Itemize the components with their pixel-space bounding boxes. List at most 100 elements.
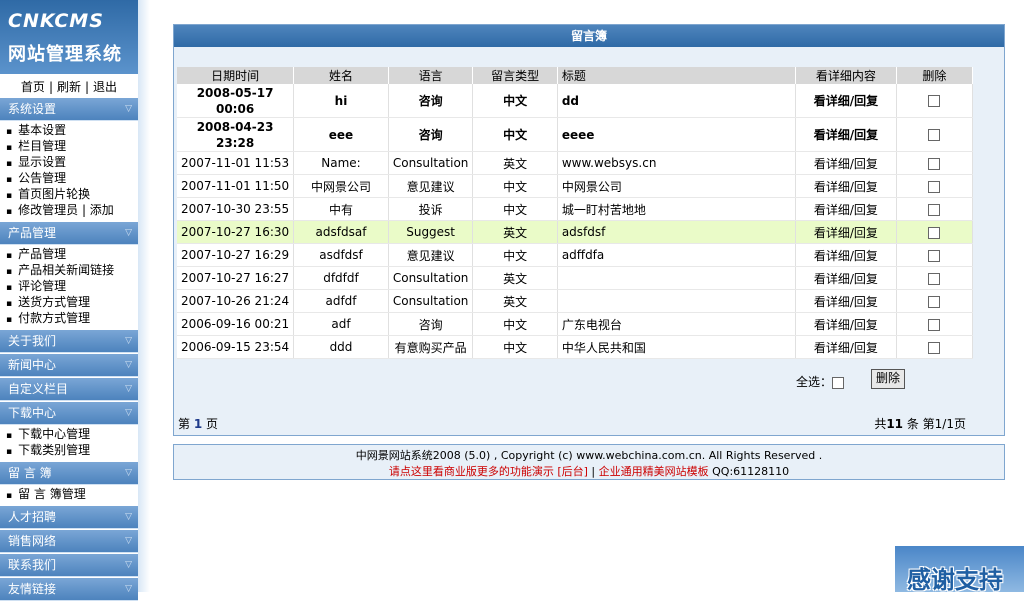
delete-checkbox[interactable] — [928, 318, 941, 331]
delete-checkbox[interactable] — [928, 95, 941, 107]
view-reply-link[interactable]: 看详细/回复 — [795, 289, 897, 313]
view-reply-link[interactable]: 看详细/回复 — [795, 84, 897, 118]
delete-button[interactable]: 删除 — [871, 369, 905, 389]
cell-type: 英文 — [472, 266, 558, 290]
chevron-down-icon: ▽ — [125, 336, 132, 346]
cell-delete — [896, 174, 974, 198]
view-reply-link[interactable]: 看详细/回复 — [795, 266, 897, 290]
table-row-highlighted: 2007-10-27 16:30 adsfdsaf Suggest 英文 ads… — [177, 220, 974, 244]
logo-text-title: 网站管理系统 — [8, 44, 122, 65]
chevron-down-icon: ▽ — [125, 512, 132, 522]
delete-checkbox[interactable] — [928, 180, 941, 193]
add-admin-link[interactable]: 添加 — [90, 203, 114, 217]
cell-title: eeee — [557, 117, 797, 152]
sidebar-item-announcements[interactable]: 公告管理 — [0, 170, 138, 186]
view-reply-link[interactable]: 看详细/回复 — [795, 174, 897, 198]
sidebar-item-basic-settings[interactable]: 基本设置 — [0, 122, 138, 138]
section-guestbook[interactable]: 留 言 簿 ▽ — [0, 462, 138, 485]
view-reply-link[interactable]: 看详细/回复 — [795, 243, 897, 267]
delete-checkbox[interactable] — [928, 203, 941, 216]
commercial-demo-link[interactable]: 请点这里看商业版更多的功能演示 [后台] — [389, 465, 588, 478]
section-news-center[interactable]: 新闻中心 ▽ — [0, 354, 138, 377]
select-all: 全选： — [796, 373, 845, 390]
messages-table: 日期时间 姓名 语言 留言类型 标题 看详细内容 删除 2008-05-17 0… — [177, 67, 974, 359]
chevron-down-icon: ▽ — [125, 228, 132, 238]
cell-datetime: 2006-09-16 00:21 — [177, 312, 295, 336]
section-download-center[interactable]: 下载中心 ▽ — [0, 402, 138, 425]
sidebar-item-comments[interactable]: 评论管理 — [0, 278, 138, 294]
sidebar-item-products[interactable]: 产品管理 — [0, 246, 138, 262]
table-row: 2006-09-16 00:21 adf 咨询 中文 广东电视台 看详细/回复 — [177, 312, 974, 336]
thanks-banner[interactable]: 感谢支持 — [895, 546, 1024, 594]
cell-type: 英文 — [472, 289, 558, 313]
section-recruitment[interactable]: 人才招聘 ▽ — [0, 506, 138, 529]
view-reply-link[interactable]: 看详细/回复 — [795, 197, 897, 221]
view-reply-link[interactable]: 看详细/回复 — [795, 151, 897, 175]
col-header-datetime: 日期时间 — [177, 67, 295, 84]
sidebar-item-download-categories[interactable]: 下载类别管理 — [0, 442, 138, 458]
select-all-checkbox[interactable] — [832, 376, 845, 389]
chevron-down-icon: ▽ — [125, 584, 132, 594]
delete-checkbox[interactable] — [928, 341, 941, 354]
templates-link[interactable]: 企业通用精美网站模板 — [599, 465, 709, 478]
nav-logout-link[interactable]: 退出 — [93, 80, 117, 94]
view-reply-link[interactable]: 看详细/回复 — [795, 312, 897, 336]
delete-checkbox[interactable] — [928, 249, 941, 262]
sidebar-item-shipping-methods[interactable]: 送货方式管理 — [0, 294, 138, 310]
section-friendly-links[interactable]: 友情链接 ▽ — [0, 578, 138, 601]
chevron-down-icon: ▽ — [125, 104, 132, 114]
sidebar-item-guestbook-management[interactable]: 留 言 簿管理 — [0, 486, 138, 502]
nav-home-link[interactable]: 首页 — [21, 80, 45, 94]
cell-datetime: 2007-11-01 11:53 — [177, 151, 295, 175]
chevron-down-icon: ▽ — [125, 408, 132, 418]
sidebar-item-homepage-slides[interactable]: 首页图片轮换 — [0, 186, 138, 202]
cell-title: adsfdsf — [557, 220, 797, 244]
delete-checkbox[interactable] — [928, 129, 941, 141]
delete-checkbox[interactable] — [928, 226, 941, 239]
table-row: 2006-09-15 23:54 ddd 有意购买产品 中文 中华人民共和国 看… — [177, 335, 974, 359]
chevron-down-icon: ▽ — [125, 384, 132, 394]
edit-admin-link[interactable]: 修改管理员 — [18, 203, 78, 217]
cell-name: adsfdsaf — [293, 220, 389, 244]
section-custom-columns[interactable]: 自定义栏目 ▽ — [0, 378, 138, 401]
col-header-type: 留言类型 — [472, 67, 558, 84]
sidebar-item-payment-methods[interactable]: 付款方式管理 — [0, 310, 138, 326]
section-product-management[interactable]: 产品管理 ▽ — [0, 222, 138, 245]
cell-datetime: 2007-10-26 21:24 — [177, 289, 295, 313]
cell-language: Consultation — [388, 289, 474, 313]
cell-delete — [896, 117, 974, 152]
section-contact-us[interactable]: 联系我们 ▽ — [0, 554, 138, 577]
cell-delete — [896, 220, 974, 244]
view-reply-link[interactable]: 看详细/回复 — [795, 117, 897, 152]
table-row: 2007-10-27 16:29 asdfdsf 意见建议 中文 adffdfa… — [177, 243, 974, 267]
sidebar-item-column-management[interactable]: 栏目管理 — [0, 138, 138, 154]
cell-title: 广东电视台 — [557, 312, 797, 336]
cell-title — [557, 289, 797, 313]
sidebar-item-product-news-links[interactable]: 产品相关新闻链接 — [0, 262, 138, 278]
sidebar: CNKCMS 网站管理系统 首页|刷新|退出 系统设置▽ 基本设置 栏目管理 显… — [0, 0, 150, 601]
submenu-guestbook: 留 言 簿管理 — [0, 486, 138, 502]
col-header-title: 标题 — [557, 67, 797, 84]
view-reply-link[interactable]: 看详细/回复 — [795, 220, 897, 244]
cell-language: 咨询 — [388, 84, 474, 118]
delete-checkbox[interactable] — [928, 295, 941, 308]
section-sales-network[interactable]: 销售网络 ▽ — [0, 530, 138, 553]
sidebar-item-display-settings[interactable]: 显示设置 — [0, 154, 138, 170]
delete-checkbox[interactable] — [928, 272, 941, 285]
section-about-us[interactable]: 关于我们 ▽ — [0, 330, 138, 353]
delete-checkbox[interactable] — [928, 157, 941, 170]
cell-title: adffdfa — [557, 243, 797, 267]
chevron-down-icon: ▽ — [125, 560, 132, 570]
cell-language: 有意购买产品 — [388, 335, 474, 359]
section-system-settings[interactable]: 系统设置 ▽ — [0, 98, 138, 121]
cell-name: dfdfdf — [293, 266, 389, 290]
view-reply-link[interactable]: 看详细/回复 — [795, 335, 897, 359]
qq-contact: QQ:61128110 — [712, 465, 790, 478]
submenu-system-settings: 基本设置 栏目管理 显示设置 公告管理 首页图片轮换 修改管理员 | 添加 — [0, 122, 138, 218]
sidebar-item-download-management[interactable]: 下载中心管理 — [0, 426, 138, 442]
nav-refresh-link[interactable]: 刷新 — [57, 80, 81, 94]
sidebar-item-edit-admin: 修改管理员 | 添加 — [0, 202, 138, 218]
cell-delete — [896, 312, 974, 336]
submenu-product-management: 产品管理 产品相关新闻链接 评论管理 送货方式管理 付款方式管理 — [0, 246, 138, 326]
col-header-language: 语言 — [388, 67, 474, 84]
